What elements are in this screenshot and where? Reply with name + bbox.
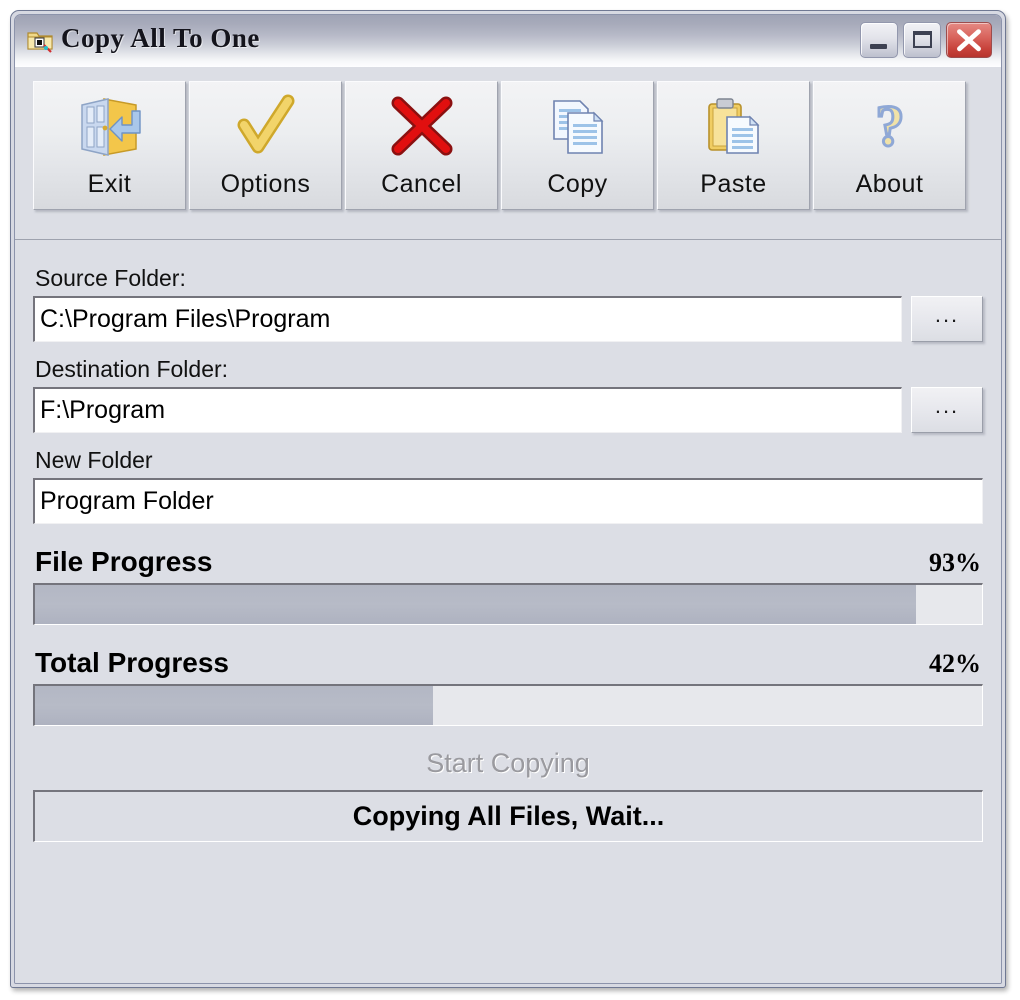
about-button-label: About — [855, 170, 924, 198]
app-window: Copy All To One Exit Options Cancel Copy… — [10, 10, 1006, 988]
file-progress-label: File Progress — [35, 546, 213, 577]
minimize-icon — [870, 44, 887, 49]
source-folder-label: Source Folder: — [35, 265, 186, 291]
file-progress-header: File Progress 93% — [35, 546, 981, 578]
file-progress-percent: 93% — [929, 548, 981, 577]
window-inner-frame: Copy All To One Exit Options Cancel Copy… — [14, 14, 1002, 984]
cancel-button-label: Cancel — [381, 170, 462, 198]
new-folder-input[interactable]: Program Folder — [33, 478, 983, 524]
minimize-button[interactable] — [860, 22, 898, 58]
file-progress-bar — [33, 583, 983, 625]
paste-button-label: Paste — [700, 170, 767, 198]
destination-folder-label: Destination Folder: — [35, 356, 229, 382]
close-button[interactable] — [946, 22, 992, 58]
source-folder-input[interactable]: C:\Program Files\Program — [33, 296, 902, 342]
source-browse-button[interactable]: ... — [911, 296, 983, 342]
start-copying-button[interactable]: Start Copying — [33, 736, 983, 790]
question-mark-icon: ? — [856, 84, 924, 170]
destination-folder-row: F:\Program ... — [33, 387, 983, 433]
copy-folder-icon — [27, 28, 53, 54]
clipboard-paste-icon — [702, 84, 766, 170]
file-progress-fill — [35, 585, 916, 624]
red-x-icon — [386, 84, 458, 170]
total-progress-label: Total Progress — [35, 647, 229, 678]
total-progress-header: Total Progress 42% — [35, 647, 981, 679]
about-button[interactable]: ? About — [813, 81, 966, 210]
options-button[interactable]: Options — [189, 81, 342, 210]
destination-folder-input[interactable]: F:\Program — [33, 387, 902, 433]
copy-pages-icon — [546, 84, 610, 170]
svg-text:?: ? — [875, 93, 904, 158]
toolbar: Exit Options Cancel Copy Paste ? About — [15, 67, 1001, 239]
cancel-button[interactable]: Cancel — [345, 81, 498, 210]
destination-browse-button[interactable]: ... — [911, 387, 983, 433]
window-title: Copy All To One — [61, 23, 260, 53]
new-folder-label: New Folder — [35, 447, 153, 473]
exit-button-label: Exit — [87, 170, 132, 198]
options-button-label: Options — [220, 170, 311, 198]
maximize-icon — [913, 31, 932, 48]
copy-button-label: Copy — [547, 170, 608, 198]
exit-door-icon — [74, 84, 146, 170]
paste-button[interactable]: Paste — [657, 81, 810, 210]
title-bar[interactable]: Copy All To One — [15, 15, 1001, 68]
window-controls — [860, 22, 992, 58]
maximize-button[interactable] — [903, 22, 941, 58]
yellow-check-icon — [230, 84, 302, 170]
total-progress-bar — [33, 684, 983, 726]
exit-button[interactable]: Exit — [33, 81, 186, 210]
copy-button[interactable]: Copy — [501, 81, 654, 210]
total-progress-percent: 42% — [929, 649, 981, 678]
new-folder-row: Program Folder — [33, 478, 983, 524]
toolbar-row: Exit Options Cancel Copy Paste ? About — [33, 81, 983, 210]
main-panel: Source Folder: C:\Program Files\Program … — [15, 243, 1001, 983]
source-folder-row: C:\Program Files\Program ... — [33, 296, 983, 342]
status-bar: Copying All Files, Wait... — [33, 790, 983, 842]
close-icon — [957, 29, 981, 52]
total-progress-fill — [35, 686, 433, 725]
